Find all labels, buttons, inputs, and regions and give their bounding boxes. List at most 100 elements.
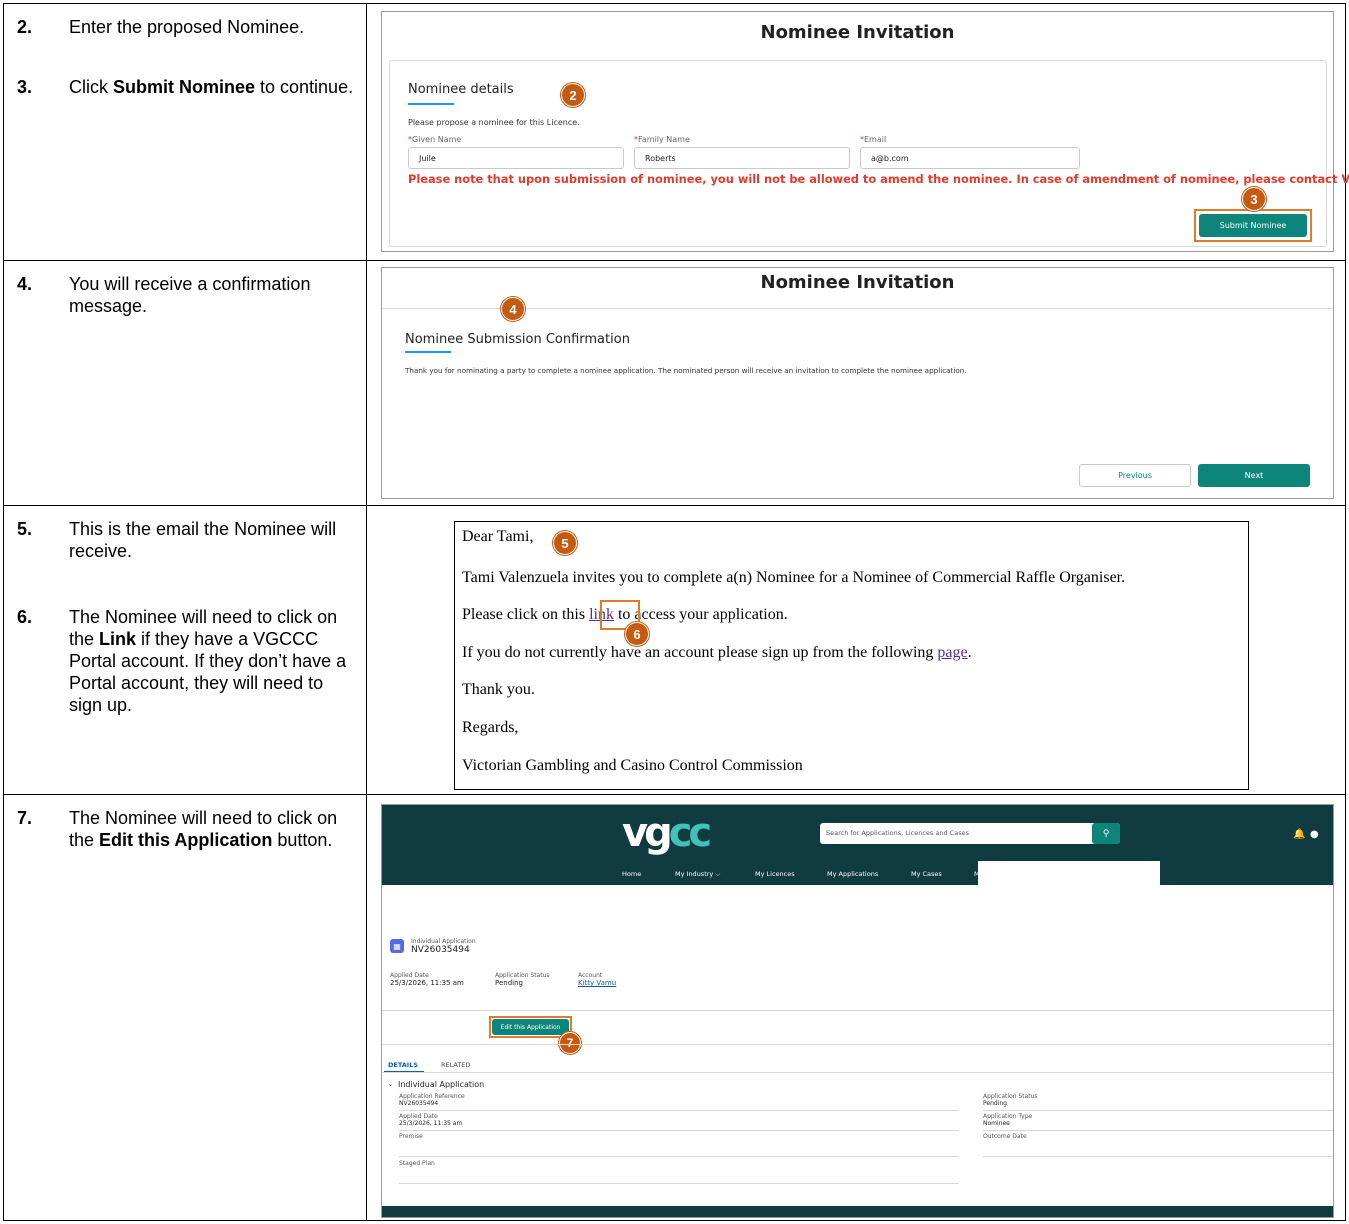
- helper-text: Please propose a nominee for this Licenc…: [408, 118, 580, 127]
- instruction-cell: 5. This is the email the Nominee will re…: [3, 505, 367, 795]
- redaction-block: [978, 861, 1160, 885]
- type-value: Nominee: [983, 1120, 1010, 1127]
- avatar[interactable]: ●: [1310, 829, 1319, 840]
- step-badge: 2: [561, 83, 585, 107]
- email-signup-line: If you do not currently have an account …: [462, 644, 972, 661]
- step-4: 4. You will receive a confirmation messa…: [17, 273, 356, 317]
- family-name-label: *Family Name: [634, 135, 690, 144]
- search-input[interactable]: Search for Applications, Licences and Ca…: [820, 823, 1120, 844]
- field-line: [399, 1156, 959, 1157]
- next-button[interactable]: Next: [1198, 464, 1310, 487]
- step-7: 7. The Nominee will need to click on the…: [17, 807, 356, 851]
- step-text: You will receive a confirmation message.: [69, 274, 311, 316]
- panel-title: Nominee Invitation: [760, 272, 955, 293]
- type-label: Application Type: [983, 1113, 1033, 1120]
- bell-icon[interactable]: 🔔: [1293, 829, 1305, 840]
- step-6: 6. The Nominee will need to click on the…: [17, 606, 356, 716]
- tab-details[interactable]: DETAILS: [388, 1061, 418, 1069]
- step-number: 4.: [17, 274, 33, 294]
- instruction-cell: 4. You will receive a confirmation messa…: [3, 260, 367, 506]
- step-badge: 5: [553, 531, 577, 555]
- screenshot-cell: Nominee Invitation 4 Nominee Submission …: [366, 260, 1346, 506]
- step-text: The Nominee will need to click on the Ed…: [69, 808, 338, 850]
- portal-header: vgcc Search for Applications, Licences a…: [382, 805, 1333, 885]
- ref-label: Application Reference: [399, 1093, 465, 1100]
- email-invite: Tami Valenzuela invites you to complete …: [462, 569, 1126, 586]
- step-2: 2. Enter the proposed Nominee.: [17, 16, 356, 38]
- email-page-link[interactable]: page: [937, 644, 967, 661]
- email-preview: Dear Tami, 5 Tami Valenzuela invites you…: [454, 521, 1249, 790]
- step-badge: 7: [559, 1032, 581, 1054]
- applied-date-value: 25/3/2026, 11:35 am: [399, 1120, 463, 1127]
- step-badge: 4: [501, 297, 525, 321]
- record-id: NV26035494: [411, 945, 470, 955]
- vgccc-logo: vgcc: [622, 810, 712, 856]
- step-badge: 6: [625, 622, 649, 646]
- search-icon[interactable]: ⚲: [1092, 823, 1120, 844]
- confirmation-message: Thank you for nominating a party to comp…: [405, 366, 967, 375]
- nominee-confirmation-panel: Nominee Invitation 4 Nominee Submission …: [381, 267, 1334, 499]
- step-number: 2.: [17, 17, 33, 37]
- divider: [382, 1010, 1333, 1011]
- applied-date-label: Applied Date: [399, 1113, 438, 1120]
- steps-table: 2. Enter the proposed Nominee. 3. Click …: [3, 3, 1349, 1221]
- status-label: Application Status: [983, 1093, 1038, 1100]
- warning-text: Please note that upon submission of nomi…: [408, 172, 1349, 186]
- step-text: Enter the proposed Nominee.: [69, 17, 305, 37]
- status-value: Pending: [983, 1100, 1007, 1107]
- divider: [382, 1072, 1333, 1073]
- field-line: [983, 1130, 1333, 1131]
- staged-plan-label: Staged Plan: [399, 1160, 435, 1167]
- edit-application-button[interactable]: Edit this Application: [492, 1019, 569, 1035]
- applied-date-value: 25/3/2026, 11:35 am: [390, 979, 464, 987]
- email-greeting: Dear Tami,: [462, 528, 534, 545]
- panel-title: Nominee Invitation: [760, 22, 955, 43]
- account-link[interactable]: Kitty Vamu: [578, 979, 616, 987]
- instruction-cell: 7. The Nominee will need to click on the…: [3, 794, 367, 1221]
- step-number: 3.: [17, 77, 33, 97]
- section-underline: [405, 351, 451, 353]
- applied-date-label: Applied Date: [390, 972, 429, 979]
- submit-nominee-button[interactable]: Submit Nominee: [1199, 214, 1307, 237]
- field-line: [399, 1130, 959, 1131]
- instruction-cell: 2. Enter the proposed Nominee. 3. Click …: [3, 3, 367, 261]
- account-label: Account: [578, 972, 603, 979]
- record-type: Individual Application: [411, 938, 476, 945]
- family-name-input[interactable]: Roberts: [634, 147, 850, 169]
- section-underline: [408, 103, 454, 105]
- screenshot-cell: Dear Tami, 5 Tami Valenzuela invites you…: [366, 505, 1346, 795]
- application-record-icon: ▦: [390, 939, 404, 953]
- portal-screenshot: vgcc Search for Applications, Licences a…: [381, 804, 1334, 1218]
- step-3: 3. Click Submit Nominee to continue.: [17, 76, 356, 98]
- step-text: This is the email the Nominee will recei…: [69, 519, 337, 561]
- email-organisation: Victorian Gambling and Casino Control Co…: [462, 757, 803, 774]
- section-heading: Individual Application: [398, 1080, 485, 1089]
- outcome-date-label: Outcome Date: [983, 1133, 1027, 1140]
- given-name-input[interactable]: Juile: [408, 147, 624, 169]
- nav-my-licences[interactable]: My Licences: [755, 870, 795, 878]
- email-thanks: Thank you.: [462, 681, 535, 698]
- step-number: 6.: [17, 607, 33, 627]
- step-text: The Nominee will need to click on the Li…: [69, 607, 347, 715]
- screenshot-cell: vgcc Search for Applications, Licences a…: [366, 794, 1346, 1221]
- step-badge: 3: [1242, 187, 1266, 211]
- given-name-label: *Given Name: [408, 135, 462, 144]
- status-value: Pending: [495, 979, 523, 987]
- nav-my-industry[interactable]: My Industry ⌵: [675, 870, 720, 879]
- nav-home[interactable]: Home: [622, 870, 641, 878]
- nominee-invitation-panel: Nominee Invitation Nominee details 2 Ple…: [381, 11, 1349, 252]
- divider: [382, 1044, 1333, 1045]
- nav-my-applications[interactable]: My Applications: [827, 870, 878, 878]
- chevron-down-icon[interactable]: ⌄: [388, 1081, 393, 1088]
- field-line: [983, 1110, 1333, 1111]
- nav-my-cases[interactable]: My Cases: [911, 870, 942, 878]
- field-line: [983, 1156, 1333, 1157]
- step-number: 7.: [17, 808, 33, 828]
- screenshot-cell: Nominee Invitation Nominee details 2 Ple…: [366, 3, 1349, 261]
- status-label: Application Status: [495, 972, 550, 979]
- previous-button[interactable]: Previous: [1079, 464, 1191, 487]
- ref-value: NV26035494: [399, 1100, 439, 1107]
- email-input[interactable]: a@b.com: [860, 147, 1080, 169]
- section-title: Nominee Submission Confirmation: [405, 332, 630, 347]
- tab-related[interactable]: RELATED: [441, 1061, 470, 1069]
